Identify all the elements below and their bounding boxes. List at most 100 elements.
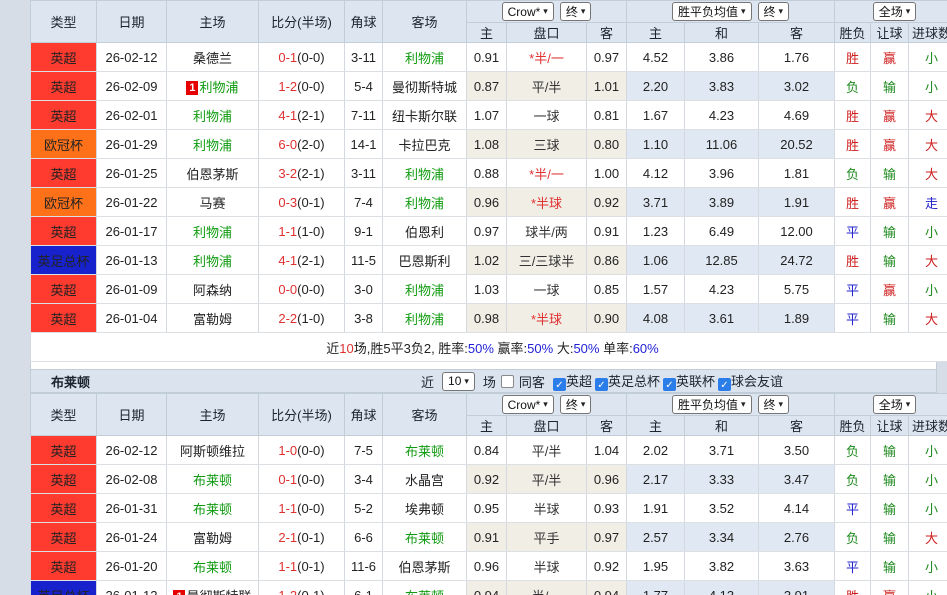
team-name: 曼彻斯特城 [392,80,457,95]
team-name: 布莱顿 [193,473,232,488]
home-team-cell[interactable]: 利物浦 [167,130,259,159]
mean-draw-cell: 3.96 [685,159,759,188]
away-team-cell[interactable]: 曼彻斯特城 [383,72,467,101]
col-wdl: 胜负 [835,23,871,43]
ft-score: 2-1 [278,530,297,545]
away-team-cell[interactable]: 水晶宫 [383,465,467,494]
recent-count-select[interactable]: 10▾ [442,372,475,391]
home-team-cell[interactable]: 富勒姆 [167,523,259,552]
away-team-cell[interactable]: 卡拉巴克 [383,130,467,159]
col-type: 类型 [31,394,97,436]
home-team-cell[interactable]: 伯恩茅斯 [167,159,259,188]
col-handicap: 盘口 [507,23,587,43]
team-name: 巴恩斯利 [398,254,450,269]
corner-cell: 3-11 [345,43,383,72]
away-team-cell[interactable]: 布莱顿 [383,523,467,552]
corner-cell: 3-4 [345,465,383,494]
match-scope-select-value: 全场 [879,3,903,20]
home-team-cell[interactable]: 布莱顿 [167,465,259,494]
col-corner: 角球 [345,394,383,436]
mean-draw-cell: 3.86 [685,43,759,72]
away-team-cell[interactable]: 布莱顿 [383,436,467,465]
league-cell: 英超 [31,304,97,333]
league-cell: 英超 [31,523,97,552]
match-row: 欧冠杯26-01-22马赛0-3(0-1)7-4利物浦0.96*半球0.923.… [31,188,947,217]
corner-cell: 5-4 [345,72,383,101]
league-checkbox-label: 英超 [566,374,592,389]
odds-stage-select[interactable]: 终▾ [560,2,592,21]
odds-away-cell: 1.01 [587,72,627,101]
match-scope-select[interactable]: 全场▾ [873,2,917,21]
match-scope-select[interactable]: 全场▾ [873,395,917,414]
corner-cell: 7-4 [345,188,383,217]
odds-stage-select-value: 终 [566,396,578,413]
home-team-cell[interactable]: 马赛 [167,188,259,217]
home-team-cell[interactable]: 阿森纳 [167,275,259,304]
summary-segment: 单率: [599,341,632,356]
handicap-cell: 一球 [507,101,587,130]
home-team-cell[interactable]: 布莱顿 [167,552,259,581]
odds-away-cell: 0.81 [587,101,627,130]
away-team-cell[interactable]: 利物浦 [383,43,467,72]
home-team-cell[interactable]: 1利物浦 [167,72,259,101]
ht-score: (0-0) [297,472,324,487]
home-team-cell[interactable]: 桑德兰 [167,43,259,72]
league-checkbox[interactable]: ✓ [718,378,731,391]
handicap-result-cell: 输 [871,523,909,552]
goals-cell: 小 [909,494,947,523]
handicap-cell: 三球 [507,130,587,159]
wdl-stage-select[interactable]: 终▾ [758,395,790,414]
score-cell: 2-2(1-0) [259,304,345,333]
home-team-cell[interactable]: 利物浦 [167,101,259,130]
handicap-result-cell: 赢 [871,275,909,304]
odds-away-cell: 1.04 [587,436,627,465]
home-team-cell[interactable]: 利物浦 [167,246,259,275]
away-team-cell[interactable]: 纽卡斯尔联 [383,101,467,130]
away-team-cell[interactable]: 利物浦 [383,275,467,304]
rank-badge: 1 [173,590,185,595]
bookmaker-select[interactable]: Crow*▾ [502,395,554,414]
away-team-cell[interactable]: 伯恩利 [383,217,467,246]
chevron-down-icon: ▾ [779,399,784,410]
ft-score: 4-1 [278,253,297,268]
away-team-cell[interactable]: 伯恩茅斯 [383,552,467,581]
away-team-cell[interactable]: 利物浦 [383,159,467,188]
league-cell: 英超 [31,43,97,72]
away-team-cell[interactable]: 布莱顿 [383,581,467,595]
wdl-mean-select[interactable]: 胜平负均值▾ [672,395,752,414]
away-team-cell[interactable]: 巴恩斯利 [383,246,467,275]
league-checkbox[interactable]: ✓ [595,378,608,391]
same-away-checkbox[interactable] [501,375,514,388]
home-team-cell[interactable]: 阿斯顿维拉 [167,436,259,465]
home-team-cell[interactable]: 利物浦 [167,217,259,246]
away-team-cell[interactable]: 利物浦 [383,304,467,333]
odds-away-cell: 0.96 [587,465,627,494]
team-name: 阿斯顿维拉 [180,444,245,459]
bookmaker-select[interactable]: Crow*▾ [502,2,554,21]
wdl-stage-select[interactable]: 终▾ [758,2,790,21]
result-cell: 胜 [835,101,871,130]
chevron-down-icon: ▾ [906,399,911,410]
mean-home-cell: 2.57 [627,523,685,552]
home-team-cell[interactable]: 富勒姆 [167,304,259,333]
mean-away-cell: 4.14 [759,494,835,523]
rank-badge: 1 [186,81,198,95]
odds-stage-select[interactable]: 终▾ [560,395,592,414]
league-checkbox[interactable]: ✓ [663,378,676,391]
match-row: 英超26-02-08布莱顿0-1(0-0)3-4水晶宫0.92平/半0.962.… [31,465,947,494]
handicap-result-cell: 输 [871,552,909,581]
col-odds-home: 主 [467,23,507,43]
mean-away-cell: 12.00 [759,217,835,246]
section-divider [30,362,937,369]
odds-home-cell: 0.88 [467,159,507,188]
match-filters: 近 10▾ 场 同客 ✓英超✓英足总杯✓英联杯✓球会友谊 [421,371,786,391]
league-checkbox[interactable]: ✓ [553,378,566,391]
ht-score: (0-0) [297,79,324,94]
away-team-cell[interactable]: 利物浦 [383,188,467,217]
home-team-cell[interactable]: 1曼彻斯特联 [167,581,259,595]
team-name: 马赛 [199,196,225,211]
wdl-mean-select[interactable]: 胜平负均值▾ [672,2,752,21]
home-team-cell[interactable]: 布莱顿 [167,494,259,523]
odds-home-cell: 0.92 [467,465,507,494]
away-team-cell[interactable]: 埃弗顿 [383,494,467,523]
